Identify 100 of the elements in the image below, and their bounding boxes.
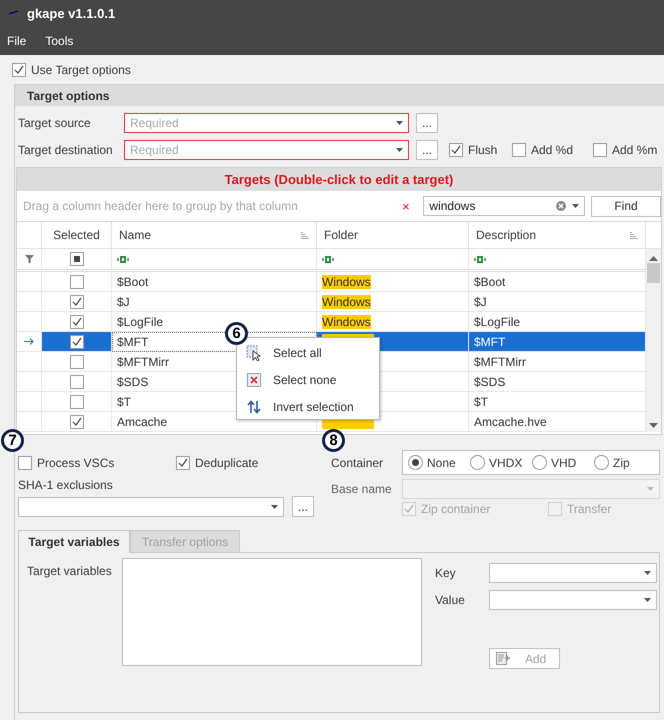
checkbox[interactable] — [70, 274, 84, 288]
dropdown-caret-icon — [647, 486, 654, 490]
checkbox[interactable] — [512, 143, 526, 157]
table-cell: $J — [469, 292, 646, 312]
checkbox[interactable] — [70, 334, 84, 348]
checkbox[interactable] — [449, 143, 463, 157]
field-label: Target source — [18, 116, 92, 130]
menu-item[interactable]: Tools — [45, 34, 74, 48]
checkbox[interactable] — [18, 456, 32, 470]
filter-icon — [24, 255, 34, 263]
add-icon — [496, 652, 511, 665]
folder-name: Windows — [322, 294, 371, 308]
dropdown-caret-icon — [644, 571, 651, 575]
table-cell: $MFT — [469, 332, 646, 352]
dropdown-caret-icon — [396, 121, 403, 125]
browse-button[interactable]: ... — [292, 496, 314, 517]
browse-button[interactable]: ... — [416, 113, 438, 133]
checkbox-label: Transfer — [567, 502, 612, 516]
radio-button[interactable] — [408, 455, 423, 470]
field-label: Target destination — [18, 143, 114, 157]
field-label: Value — [435, 593, 466, 607]
table-cell: $SDS — [469, 372, 646, 392]
text-filter-icon — [474, 256, 487, 262]
field-label: Key — [435, 566, 457, 580]
scroll-thumb[interactable] — [647, 263, 660, 283]
checkbox[interactable] — [593, 143, 607, 157]
table-cell: Amcache.hve — [469, 412, 646, 432]
radio-button[interactable] — [532, 455, 547, 470]
browse-button[interactable]: ... — [416, 140, 438, 160]
checkbox-label: Add %m — [612, 143, 658, 157]
variables-list[interactable] — [122, 558, 422, 666]
table-cell: $T — [469, 392, 646, 412]
panel-header: Target options — [15, 85, 664, 106]
dropdown-caret-icon — [572, 204, 579, 208]
checkbox[interactable] — [176, 456, 190, 470]
sort-icon — [301, 232, 309, 238]
checkbox-label: Flush — [468, 143, 498, 157]
find-button[interactable]: Find — [591, 196, 661, 216]
checkbox-label: Add %d — [531, 143, 574, 157]
window-title: gkape v1.1.0.1 — [27, 6, 116, 21]
text-filter-icon — [322, 256, 335, 262]
table-cell: $J — [112, 292, 317, 312]
column-header[interactable]: Selected — [42, 222, 112, 248]
menu-item[interactable]: File — [7, 34, 26, 48]
table-cell: $Boot — [469, 272, 646, 292]
sort-icon — [630, 232, 638, 238]
folder-name: Windows — [322, 314, 371, 328]
folder-name: Windows — [322, 274, 371, 288]
select-all-icon — [246, 344, 262, 360]
field-label: Target variables — [27, 564, 113, 580]
checkbox[interactable] — [70, 414, 84, 428]
checkbox[interactable] — [70, 294, 84, 308]
checkbox-label: Zip container — [421, 502, 490, 516]
scrollbar[interactable] — [646, 249, 661, 432]
radio-label: Zip — [613, 456, 630, 470]
checkbox[interactable] — [12, 62, 26, 76]
callout-badge: 8 — [322, 429, 345, 452]
current-row-icon — [24, 338, 34, 345]
search-field[interactable]: windows — [423, 196, 585, 216]
text-filter-icon — [117, 256, 130, 262]
sha1-exclusions-field[interactable] — [18, 496, 284, 516]
dropdown-caret-icon — [271, 504, 278, 508]
invert-selection-icon — [246, 398, 262, 414]
checkbox[interactable] — [70, 354, 84, 368]
checkbox-label: Deduplicate — [195, 456, 258, 470]
value-field[interactable] — [489, 590, 657, 610]
checkbox[interactable] — [70, 394, 84, 408]
checkbox[interactable] — [70, 374, 84, 388]
radio-label: VHDX — [489, 456, 522, 470]
radio-label: VHD — [551, 456, 576, 470]
scroll-up-icon[interactable] — [649, 256, 658, 261]
select-none-icon — [246, 372, 262, 388]
table-row[interactable]: $Boot Windows $Boot — [17, 272, 646, 292]
table-row[interactable]: $J Windows $J — [17, 292, 646, 312]
grid-title: Targets (Double-click to edit a target) — [17, 168, 661, 191]
column-header[interactable]: Name — [112, 222, 317, 248]
table-cell: $MFTMirr — [469, 352, 646, 372]
dropdown-caret-icon — [396, 148, 403, 152]
radio-button[interactable] — [594, 455, 609, 470]
table-cell: $Boot — [112, 272, 317, 292]
radio-label: None — [427, 456, 456, 470]
field-label: Base name — [331, 482, 393, 496]
checkbox[interactable] — [70, 252, 84, 266]
checkbox-label: Process VSCs — [37, 456, 114, 470]
clear-icon[interactable] — [556, 201, 566, 211]
checkbox[interactable] — [70, 314, 84, 328]
group-by-hint: Drag a column header here to group by that column — [23, 199, 299, 213]
radio-button[interactable] — [470, 455, 485, 470]
tab[interactable]: Target variables — [18, 530, 130, 553]
dropdown-caret-icon — [644, 598, 651, 602]
column-header[interactable]: Description — [469, 222, 646, 248]
clear-filter-button[interactable]: × — [399, 196, 412, 216]
callout-badge: 7 — [1, 429, 24, 452]
checkbox-label: Use Target options — [31, 62, 131, 76]
key-field[interactable] — [489, 563, 657, 583]
field-label: SHA-1 exclusions — [18, 478, 114, 494]
app-icon — [5, 8, 21, 20]
field-label: Container — [331, 456, 384, 470]
column-header[interactable]: Folder — [317, 222, 469, 248]
scroll-down-icon[interactable] — [649, 423, 658, 428]
